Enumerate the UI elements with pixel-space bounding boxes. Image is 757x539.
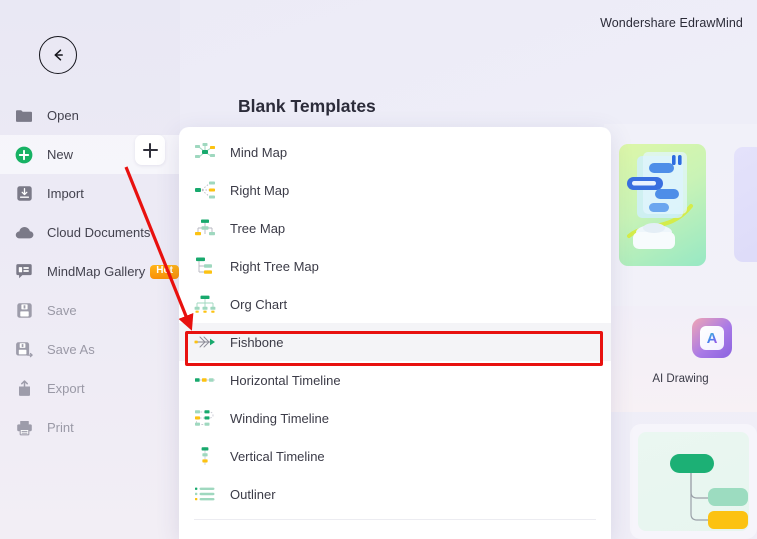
sidebar-item-cloud-documents[interactable]: Cloud Documents: [0, 213, 180, 252]
folder-icon: [14, 106, 34, 126]
menu-item-label: Horizontal Timeline: [230, 372, 341, 388]
edrawmind-start-window: Wondershare EdrawMind Open New Import Cl…: [0, 0, 757, 539]
gallery-icon: [14, 262, 34, 282]
sidebar-item-label: Import: [47, 186, 84, 201]
sidebar-item-label: Print: [47, 420, 74, 435]
print-icon: [14, 418, 34, 438]
menu-item-label: Org Chart: [230, 296, 288, 312]
org-chart-icon: [194, 293, 216, 315]
horizontal-timeline-icon: [194, 369, 216, 391]
ai-drawing-block: [604, 306, 757, 412]
cloud-icon: [14, 223, 34, 243]
sidebar: Open New Import Cloud Documents MindMap …: [0, 0, 180, 539]
sidebar-item-label: Cloud Documents: [47, 225, 151, 240]
vertical-timeline-icon: [194, 445, 216, 467]
sidebar-item-label: MindMap Gallery: [47, 264, 146, 279]
sidebar-item-export[interactable]: Export: [0, 369, 180, 408]
menu-item-tree-map[interactable]: Tree Map: [179, 209, 611, 247]
sidebar-item-import[interactable]: Import: [0, 174, 180, 213]
sidebar-item-mindmap-gallery[interactable]: MindMap Gallery Hot: [0, 252, 180, 291]
menu-item-label: Right Map: [230, 182, 290, 198]
menu-item-mind-map[interactable]: Mind Map: [179, 133, 611, 171]
menu-item-horizontal-timeline[interactable]: Horizontal Timeline: [179, 361, 611, 399]
sidebar-item-print[interactable]: Print: [0, 408, 180, 447]
menu-item-outliner[interactable]: Outliner: [179, 475, 611, 513]
mind-map-illustration[interactable]: [619, 144, 706, 266]
blank-templates-dropdown: Mind Map Right Map Tree Map Right Tree M…: [179, 127, 611, 539]
menu-item-label: Outliner: [230, 486, 276, 502]
menu-item-winding-timeline[interactable]: Winding Timeline: [179, 399, 611, 437]
status-badge: Hot: [150, 264, 179, 279]
plus-circle-icon: [14, 145, 34, 165]
import-icon: [14, 184, 34, 204]
ai-drawing-icon[interactable]: A: [692, 318, 732, 358]
sidebar-item-open[interactable]: Open: [0, 96, 180, 135]
sidebar-item-label: Save As: [47, 342, 95, 357]
menu-item-right-tree-map[interactable]: Right Tree Map: [179, 247, 611, 285]
menu-item-label: Right Tree Map: [230, 258, 319, 274]
sidebar-item-label: Open: [47, 108, 79, 123]
purple-placeholder-card[interactable]: [734, 147, 757, 262]
menu-item-org-chart[interactable]: Org Chart: [179, 285, 611, 323]
menu-item-label: Mind Map: [230, 144, 288, 160]
menu-separator: [194, 519, 596, 520]
fishbone-icon: [194, 331, 216, 353]
tree-map-icon: [194, 217, 216, 239]
mind-map-icon: [194, 141, 216, 163]
add-new-button[interactable]: [135, 135, 165, 165]
save-as-icon: [14, 340, 34, 360]
page-title: Blank Templates: [238, 96, 376, 116]
right-tree-map-icon: [194, 255, 216, 277]
sidebar-item-save-as[interactable]: Save As: [0, 330, 180, 369]
tree-preview-card[interactable]: [630, 424, 757, 539]
menu-item-label: Fishbone: [230, 334, 284, 350]
right-map-icon: [194, 179, 216, 201]
menu-item-label: Winding Timeline: [230, 410, 329, 426]
menu-item-label: Tree Map: [230, 220, 286, 236]
menu-item-label: Vertical Timeline: [230, 448, 325, 464]
sidebar-item-save[interactable]: Save: [0, 291, 180, 330]
outliner-icon: [194, 483, 216, 505]
template-menu: Mind Map Right Map Tree Map Right Tree M…: [179, 127, 611, 520]
menu-item-vertical-timeline[interactable]: Vertical Timeline: [179, 437, 611, 475]
sidebar-item-label: Save: [47, 303, 77, 318]
ai-drawing-label: AI Drawing: [652, 373, 709, 385]
menu-item-right-map[interactable]: Right Map: [179, 171, 611, 209]
winding-timeline-icon: [194, 407, 216, 429]
back-arrow-icon[interactable]: [39, 36, 77, 74]
sidebar-item-label: Export: [47, 381, 85, 396]
save-icon: [14, 301, 34, 321]
export-icon: [14, 379, 34, 399]
menu-item-fishbone[interactable]: Fishbone: [179, 323, 611, 361]
sidebar-item-label: New: [47, 147, 74, 162]
